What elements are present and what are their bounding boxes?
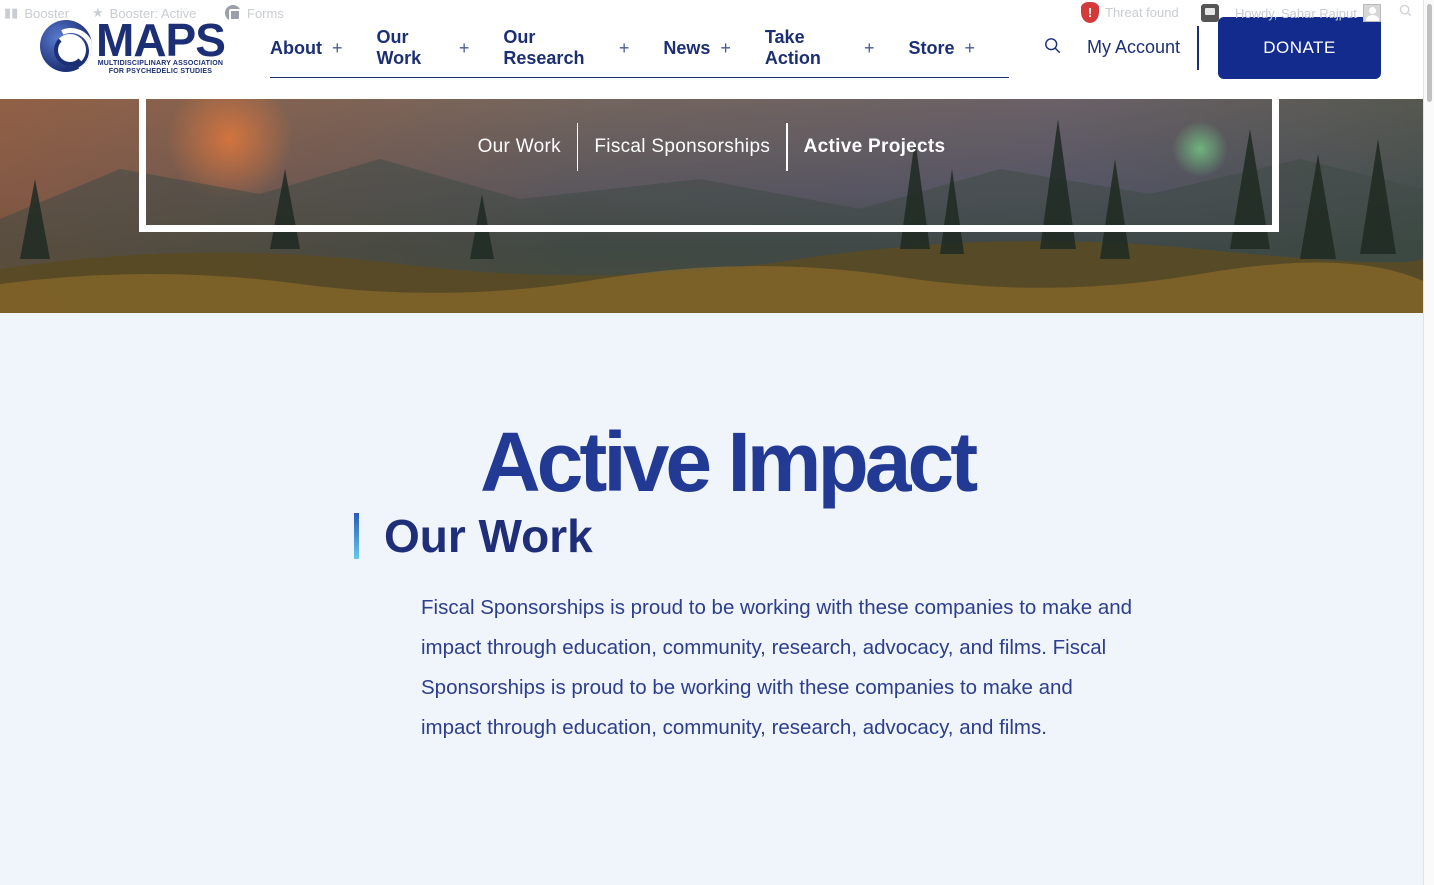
nav-item-about[interactable]: About + [270, 30, 343, 66]
star-icon: ★ [92, 5, 104, 20]
nav-item-our-work[interactable]: Our Work + [376, 27, 470, 68]
nav-item-label: Our Work [376, 27, 422, 68]
plus-icon: + [458, 37, 470, 58]
admin-bar-comments[interactable] [1201, 4, 1219, 22]
threat-shield-icon: ! [1081, 2, 1099, 23]
donate-button[interactable]: DONATE [1218, 17, 1381, 79]
nav-item-label: Store [908, 37, 955, 58]
logo-subtitle-1: MULTIDISCIPLINARY ASSOCIATION [97, 60, 224, 67]
admin-bar: ▮▮ Booster ★ Booster: Active Forms ! Thr… [0, 0, 1423, 26]
scrollbar-thumb[interactable] [1427, 4, 1432, 102]
page-title: Active Impact [480, 415, 978, 509]
header-divider [1197, 26, 1199, 70]
nav-item-our-research[interactable]: Our Research + [503, 27, 630, 68]
plus-icon: + [331, 37, 343, 58]
nav-item-label: News [663, 37, 711, 58]
breadcrumb: Our Work Fiscal Sponsorships Active Proj… [0, 123, 1423, 171]
avatar-icon [1362, 4, 1381, 22]
section-heading: Our Work [354, 509, 593, 563]
my-account-link[interactable]: My Account [1087, 37, 1180, 58]
page-scrollbar[interactable] [1423, 0, 1434, 885]
accent-bar [354, 513, 359, 559]
bar-chart-icon: ▮▮ [4, 5, 19, 20]
breadcrumb-our-work[interactable]: Our Work [462, 123, 577, 171]
plus-icon: + [863, 37, 875, 58]
admin-bar-booster-active-label: Booster: Active [109, 5, 197, 21]
plus-icon: + [618, 37, 630, 58]
logo-subtitle-2: FOR PSYCHEDELIC STUDIES [108, 68, 213, 75]
admin-bar-threat[interactable]: ! Threat found [1081, 2, 1179, 23]
admin-bar-account[interactable]: Howdy, Sahar Rajput [1235, 4, 1381, 22]
admin-bar-forms-label: Forms [247, 5, 284, 21]
logo-word: MAPS [96, 14, 226, 66]
admin-bar-search[interactable] [1399, 4, 1413, 18]
main-content: Active Impact Our Work Fiscal Sponsorshi… [0, 313, 1423, 885]
admin-bar-booster-active[interactable]: ★ Booster: Active [92, 5, 196, 21]
admin-bar-booster[interactable]: ▮▮ Booster [4, 5, 69, 21]
intro-paragraph: Fiscal Sponsorships is proud to be worki… [421, 596, 1133, 739]
breadcrumb-active-projects: Active Projects [803, 136, 946, 157]
admin-bar-howdy: Howdy, Sahar Rajput [1235, 5, 1357, 21]
chat-icon [1201, 4, 1219, 22]
search-icon [1399, 4, 1412, 17]
nav-item-news[interactable]: News + [663, 30, 731, 66]
maps-logo-mark [40, 20, 92, 72]
nav-item-label: Our Research [503, 27, 585, 68]
forms-icon [225, 5, 241, 21]
search-icon[interactable] [1044, 37, 1064, 57]
admin-bar-threat-label: Threat found [1105, 5, 1179, 20]
nav-item-label: About [270, 37, 322, 58]
nav-item-take-action[interactable]: Take Action + [764, 27, 875, 68]
breadcrumb-fiscal-sponsorships[interactable]: Fiscal Sponsorships [578, 123, 786, 171]
plus-icon: + [720, 37, 731, 58]
section-heading-text: Our Work [384, 510, 593, 562]
admin-bar-booster-label: Booster [24, 5, 70, 21]
plus-icon: + [964, 37, 975, 58]
nav-item-store[interactable]: Store + [908, 30, 975, 66]
maps-logo[interactable]: MAPS MULTIDISCIPLINARY ASSOCIATION FOR P… [40, 14, 226, 76]
nav-item-label: Take Action [764, 27, 821, 68]
admin-bar-forms[interactable]: Forms [225, 5, 284, 21]
main-nav: About + Our Work + Our Research + News +… [270, 27, 1009, 78]
hero-banner: Our Work Fiscal Sponsorships Active Proj… [0, 99, 1423, 313]
logo-text: MAPS MULTIDISCIPLINARY ASSOCIATION FOR P… [96, 14, 226, 76]
